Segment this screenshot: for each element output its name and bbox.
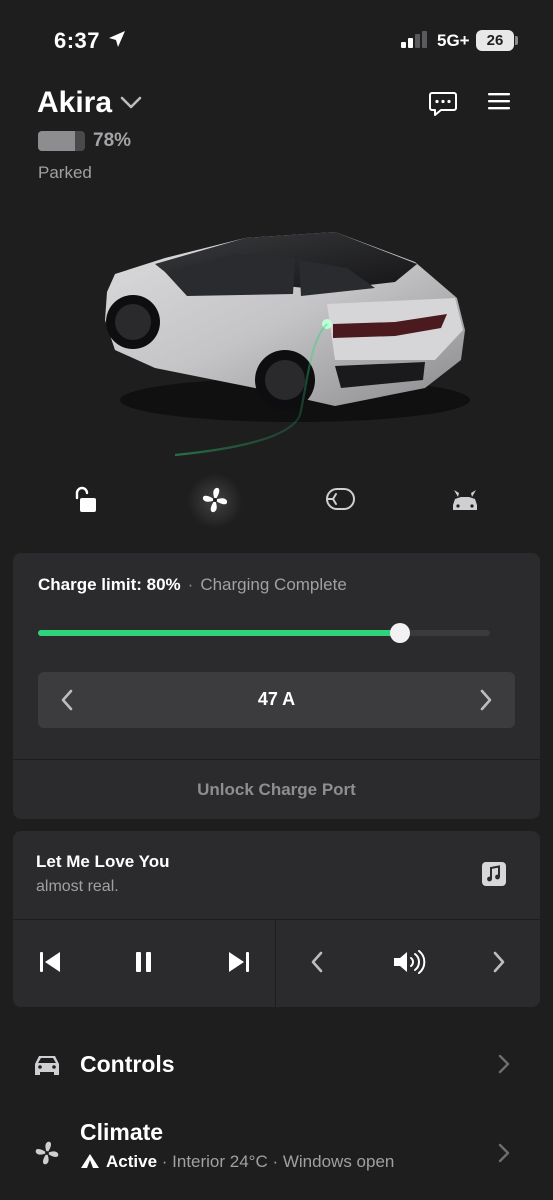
- pause-icon[interactable]: [132, 950, 156, 974]
- fan-button[interactable]: [193, 478, 237, 522]
- chevron-left-icon[interactable]: [309, 950, 325, 974]
- location-arrow-icon: [109, 31, 125, 47]
- chevron-right-icon[interactable]: [491, 950, 507, 974]
- network-type: 5G+: [437, 31, 470, 50]
- charge-limit-slider[interactable]: [38, 623, 490, 643]
- media-artist: almost real.: [36, 878, 119, 895]
- media-card: Let Me Love You almost real.: [13, 831, 540, 1007]
- charge-limit-label: Charge limit: 80%: [38, 575, 181, 594]
- charge-current-stepper: 47 A: [38, 672, 515, 728]
- volume-icon[interactable]: [392, 950, 426, 974]
- unlocked-icon: [75, 486, 96, 512]
- chevron-right-icon[interactable]: [479, 689, 493, 711]
- charging-card: Charge limit: 80% · Charging Complete 47 A…: [13, 553, 540, 819]
- charge-port-icon: [326, 488, 355, 510]
- climate-detail: · Interior 24°C · Windows open: [157, 1152, 395, 1171]
- lock-button[interactable]: [63, 478, 107, 522]
- charge-limit-thumb[interactable]: [389, 623, 410, 643]
- tent-icon: [81, 1154, 99, 1168]
- message-icon[interactable]: [428, 90, 458, 118]
- previous-track-icon[interactable]: [38, 950, 62, 974]
- charge-current-value: 47 A: [257, 689, 296, 709]
- fan-icon: [202, 487, 228, 513]
- chevron-down-icon[interactable]: [120, 96, 142, 110]
- unlock-charge-port-button[interactable]: Unlock Charge Port: [13, 760, 540, 819]
- charge-separator: ·: [187, 575, 194, 594]
- signal-icon: [401, 31, 427, 48]
- next-track-icon[interactable]: [227, 950, 251, 974]
- media-title: Let Me Love You: [36, 852, 170, 871]
- vehicle-battery-fill: [38, 131, 75, 151]
- status-time: 6:37: [54, 28, 101, 53]
- climate-label: Climate: [80, 1119, 164, 1145]
- phone-battery-tip: [515, 36, 518, 45]
- climate-active: Active: [106, 1152, 158, 1171]
- vehicle-name[interactable]: Akira: [37, 86, 112, 120]
- phone-battery-icon: 26: [476, 30, 514, 51]
- chevron-right-icon: [498, 1054, 510, 1074]
- status-bar: 6:37 5G+ 26: [0, 0, 553, 80]
- falcon-doors-icon: [453, 490, 477, 510]
- vehicle-battery-percent: 78%: [93, 130, 132, 151]
- falcon-doors-button[interactable]: [443, 478, 487, 522]
- charge-port-button[interactable]: [318, 478, 362, 522]
- vehicle-battery-icon: [38, 131, 85, 151]
- car-icon: [35, 1056, 59, 1075]
- divider: [13, 919, 540, 920]
- climate-status: Active · Interior 24°C · Windows open: [80, 1152, 394, 1172]
- charge-limit-fill: [38, 630, 400, 636]
- vehicle-image: [105, 232, 470, 457]
- vehicle-state: Parked: [38, 163, 92, 182]
- menu-icon[interactable]: [487, 92, 513, 112]
- phone-battery-level: 26: [486, 32, 504, 49]
- music-note-icon[interactable]: [482, 862, 506, 886]
- divider: [275, 920, 276, 1007]
- controls-label: Controls: [80, 1051, 175, 1077]
- charge-summary: Charge limit: 80% · Charging Complete: [38, 575, 347, 595]
- chevron-right-icon: [498, 1143, 510, 1163]
- charging-status: Charging Complete: [200, 575, 347, 594]
- fan-icon: [35, 1141, 59, 1165]
